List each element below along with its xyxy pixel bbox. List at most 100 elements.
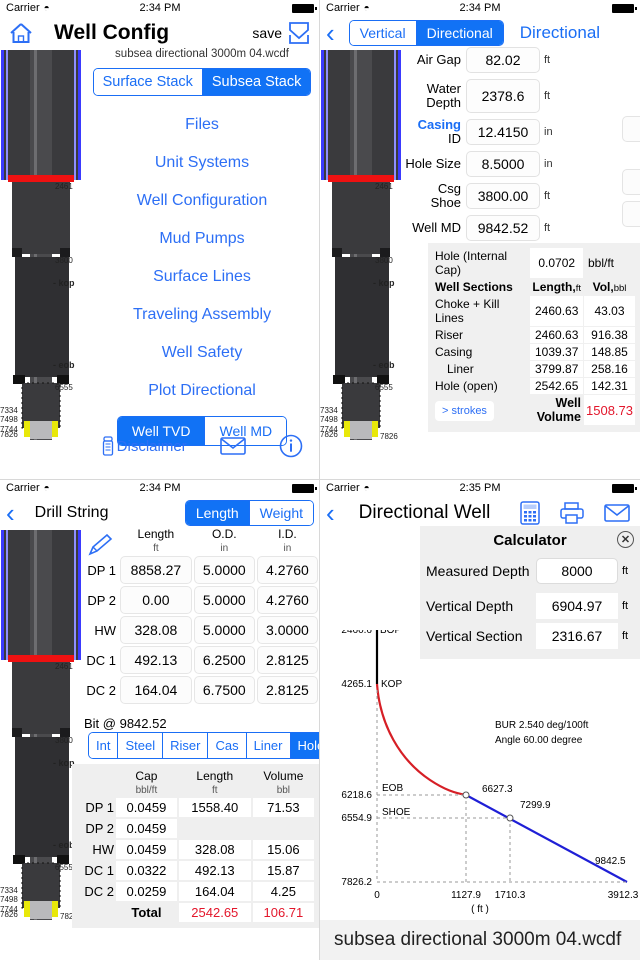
water-depth-input[interactable]: 2378.6 bbox=[466, 79, 540, 113]
section-tab-group: Int Steel Riser Cas Liner Hole bbox=[88, 732, 320, 759]
csg-shoe-input[interactable]: 3800.00 bbox=[466, 183, 540, 209]
tab-vertical[interactable]: Vertical bbox=[349, 21, 416, 45]
dc2-length-input[interactable]: 164.04 bbox=[120, 676, 192, 705]
col-header-id: I.D. in bbox=[257, 528, 318, 554]
tab-hole[interactable]: Hole bbox=[289, 733, 320, 758]
menu-item-traveling-assembly[interactable]: Traveling Assembly bbox=[84, 306, 320, 324]
dp1-id-input[interactable]: 4.2760 bbox=[256, 556, 318, 585]
subsea-label: Subsea bbox=[616, 62, 640, 77]
casing-id-input[interactable]: 12.4150 bbox=[466, 119, 540, 145]
carrier-label: Carrier bbox=[6, 482, 40, 494]
svg-text:- eob: - eob bbox=[53, 360, 75, 370]
save-label[interactable]: save bbox=[252, 25, 282, 41]
menu-item-well-safety[interactable]: Well Safety bbox=[84, 344, 320, 362]
menu-item-mud-pumps[interactable]: Mud Pumps bbox=[84, 230, 320, 248]
hw-length-input[interactable]: 328.08 bbox=[120, 616, 192, 645]
section-length: 2460.63 bbox=[530, 327, 583, 343]
dp1-od-input[interactable]: 5.0000 bbox=[193, 556, 255, 585]
cap-length bbox=[179, 819, 251, 838]
hw-id-input[interactable]: 3.0000 bbox=[256, 616, 318, 645]
dp1-length-input[interactable]: 8858.27 bbox=[120, 556, 192, 585]
tab-cas[interactable]: Cas bbox=[207, 733, 246, 758]
tab-liner[interactable]: Liner bbox=[245, 733, 290, 758]
well-diagram: 2461 3800 - kop - eob 6555 7334 7498 774… bbox=[320, 50, 404, 440]
mail-icon[interactable] bbox=[604, 503, 630, 523]
hw-od-input[interactable]: 5.0000 bbox=[193, 616, 255, 645]
printer-icon[interactable] bbox=[560, 502, 584, 524]
dc2-od-input[interactable]: 6.7500 bbox=[193, 676, 255, 705]
footer-file-name: subsea directional 3000m 04.wcdf bbox=[320, 920, 640, 960]
dp2-id-input[interactable]: 4.2760 bbox=[256, 586, 318, 615]
hole-cap-value[interactable]: 0.0702 bbox=[530, 248, 583, 278]
dp2-length-input[interactable]: 0.00 bbox=[120, 586, 192, 615]
chart-note-angle: Angle 60.00 degree bbox=[495, 735, 583, 746]
bit-depth-label: Bit @ 9842.52 bbox=[84, 716, 167, 731]
navigation-bar: Well Config save bbox=[0, 16, 320, 50]
back-chevron-icon[interactable]: ‹ bbox=[326, 20, 335, 46]
tab-weight[interactable]: Weight bbox=[248, 501, 313, 525]
dc1-length-input[interactable]: 492.13 bbox=[120, 646, 192, 675]
col-header-length-unit: ft bbox=[575, 283, 581, 294]
col-header-length-unit: ft bbox=[153, 542, 159, 554]
carrier-label: Carrier bbox=[6, 2, 40, 14]
home-icon[interactable] bbox=[8, 21, 34, 45]
calculator-icon[interactable] bbox=[520, 501, 540, 525]
tab-directional[interactable]: Directional bbox=[415, 21, 503, 45]
cap-length: 1558.40 bbox=[178, 798, 251, 818]
disclaimer-button[interactable]: Disclaimer bbox=[101, 436, 187, 456]
menu-item-plot-directional[interactable]: Plot Directional bbox=[84, 382, 320, 400]
back-chevron-icon[interactable]: ‹ bbox=[6, 500, 15, 526]
table-row: DP 2 0.00 5.0000 4.2760 bbox=[86, 586, 318, 615]
tvd-md-value[interactable]: 7826.23 bbox=[622, 201, 640, 227]
dp2-od-input[interactable]: 5.0000 bbox=[193, 586, 255, 615]
chart-xtick-1127: 1127.9 bbox=[451, 890, 481, 901]
menu-item-well-configuration[interactable]: Well Configuration bbox=[84, 192, 320, 210]
svg-text:7334: 7334 bbox=[0, 886, 18, 895]
info-icon[interactable] bbox=[279, 434, 303, 458]
menu-item-surface-lines[interactable]: Surface Lines bbox=[84, 268, 320, 286]
strokes-button[interactable]: > strokes bbox=[435, 401, 494, 421]
table-row: DC 2 0.0259 164.04 4.25 bbox=[78, 882, 314, 902]
tab-riser[interactable]: Riser bbox=[162, 733, 208, 758]
table-row: DC 2 164.04 6.7500 2.8125 bbox=[86, 676, 318, 705]
table-header-row: Cap bbl/ft Length ft Volume bbl bbox=[78, 770, 314, 796]
dc1-od-input[interactable]: 6.2500 bbox=[193, 646, 255, 675]
field-unit: in bbox=[544, 126, 553, 138]
table-header-row: Well Sections Length,ft Vol,bbl bbox=[433, 279, 635, 295]
calc-row-measured-depth: Measured Depth 8000 ft bbox=[426, 558, 634, 584]
measured-depth-input[interactable]: 8000 bbox=[536, 558, 618, 584]
dc1-id-input[interactable]: 2.8125 bbox=[256, 646, 318, 675]
save-inbox-icon[interactable] bbox=[286, 21, 312, 45]
chart-xaxis-label: ( ft ) bbox=[471, 904, 489, 915]
chart-xtick-0: 0 bbox=[374, 890, 380, 901]
hole-size-input[interactable]: 8.5000 bbox=[466, 151, 540, 177]
col-header-volume-unit: bbl bbox=[276, 784, 291, 796]
svg-text:7826: 7826 bbox=[380, 432, 398, 440]
svg-text:3800: 3800 bbox=[375, 256, 393, 265]
chart-ytick-shoe: 6554.9 bbox=[341, 813, 372, 824]
menu-item-files[interactable]: Files bbox=[84, 116, 320, 134]
table-row: DP 1 0.0459 1558.40 71.53 bbox=[78, 798, 314, 818]
svg-text:6555: 6555 bbox=[55, 383, 73, 392]
menu-item-unit-systems[interactable]: Unit Systems bbox=[84, 154, 320, 172]
section-name: Choke + Kill Lines bbox=[435, 297, 500, 325]
tab-int[interactable]: Int bbox=[89, 733, 118, 758]
calc-unit: ft bbox=[622, 630, 629, 642]
kop-value[interactable]: 4265.09 bbox=[622, 116, 640, 142]
page-title: Drill String bbox=[34, 504, 109, 521]
tab-steel[interactable]: Steel bbox=[117, 733, 163, 758]
air-gap-input[interactable]: 82.02 bbox=[466, 47, 540, 73]
table-row: Casing 1039.37 148.85 bbox=[433, 344, 635, 360]
mail-icon[interactable] bbox=[220, 436, 246, 456]
field-label: Hole Size bbox=[405, 156, 461, 172]
tab-length[interactable]: Length bbox=[185, 501, 249, 525]
chart-ytick-bop: 2460.6 bbox=[341, 630, 372, 636]
total-volume: 106.71 bbox=[252, 903, 314, 923]
well-md-input[interactable]: 9842.52 bbox=[466, 215, 540, 241]
tab-surface-stack[interactable]: Surface Stack bbox=[93, 69, 202, 95]
dc2-id-input[interactable]: 2.8125 bbox=[256, 676, 318, 705]
tvd-shoe-value[interactable]: 3800.00 bbox=[622, 169, 640, 195]
tab-subsea-stack[interactable]: Subsea Stack bbox=[201, 69, 311, 95]
close-circle-icon[interactable]: ✕ bbox=[617, 531, 634, 548]
back-chevron-icon[interactable]: ‹ bbox=[326, 500, 335, 526]
